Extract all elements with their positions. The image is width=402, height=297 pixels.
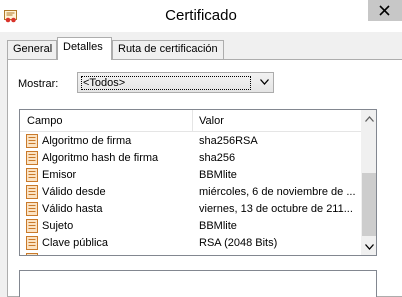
field-icon — [26, 134, 38, 148]
field-value: sha256 — [199, 152, 236, 164]
column-header-campo[interactable]: Campo — [27, 115, 62, 127]
fields-list[interactable]: Campo Valor Algoritmo de firma sha256RSA A… — [19, 109, 377, 256]
field-value: RSA (2048 Bits) — [199, 237, 278, 249]
field-icon — [26, 185, 38, 199]
scroll-up-button[interactable] — [361, 110, 376, 127]
filter-select[interactable]: <Todos> — [77, 72, 274, 93]
chevron-down-icon — [365, 244, 374, 250]
close-icon — [379, 5, 390, 16]
field-detail-box[interactable] — [19, 270, 377, 297]
list-item[interactable]: Sujeto BBMlite — [20, 218, 361, 235]
column-header-valor[interactable]: Valor — [199, 115, 224, 127]
list-item[interactable]: Válido hasta viernes, 13 de octubre de 21… — [20, 201, 361, 218]
field-icon — [26, 253, 38, 255]
field-name: Algoritmo de firma — [42, 135, 132, 147]
field-name: Clave pública — [42, 237, 109, 249]
window-title: Certificado — [165, 7, 237, 24]
tab-ruta-certificacion[interactable]: Ruta de certificación — [112, 40, 224, 59]
field-name: Algoritmo hash de firma — [42, 152, 159, 164]
list-header: Campo Valor — [20, 110, 361, 132]
chevron-down-icon — [260, 79, 269, 85]
field-name: Emisor — [42, 169, 77, 181]
field-icon — [26, 168, 38, 182]
field-value: miércoles, 6 de noviembre de ... — [199, 186, 356, 198]
tab-general[interactable]: General — [7, 40, 57, 59]
scroll-down-button[interactable] — [361, 238, 376, 255]
field-value: viernes, 13 de octubre de 211... — [199, 203, 353, 215]
chevron-up-icon — [365, 116, 374, 122]
list-item[interactable]: Identificador de clave del tit... fc bf 8… — [20, 252, 361, 255]
field-name: Válido hasta — [42, 203, 103, 215]
field-name: Sujeto — [42, 220, 74, 232]
close-button[interactable] — [368, 0, 402, 21]
list-item[interactable]: Clave pública RSA (2048 Bits) — [20, 235, 361, 252]
field-icon — [26, 219, 38, 233]
field-value: BBMlite — [199, 220, 237, 232]
field-name: Válido desde — [42, 186, 106, 198]
list-item[interactable]: Algoritmo de firma sha256RSA — [20, 133, 361, 150]
list-item[interactable]: Emisor BBMlite — [20, 167, 361, 184]
field-icon — [26, 151, 38, 165]
field-value: fc bf 86 f3 43 25 9f 7d 39 38 9... — [199, 254, 359, 255]
field-name: Identificador de clave del tit... — [42, 254, 190, 255]
column-divider[interactable] — [192, 110, 193, 132]
field-value: sha256RSA — [199, 135, 258, 147]
filter-label: Mostrar: — [18, 78, 59, 90]
list-item[interactable]: Algoritmo hash de firma sha256 — [20, 150, 361, 167]
scroll-thumb[interactable] — [362, 173, 376, 236]
dialog-body: General Detalles Ruta de certificación M… — [0, 32, 402, 297]
filter-selected-value: <Todos> — [81, 76, 251, 90]
tab-detalles[interactable]: Detalles — [57, 37, 112, 60]
field-icon — [26, 202, 38, 216]
field-icon — [26, 236, 38, 250]
title-bar: Certificado — [0, 0, 402, 32]
list-item[interactable]: Válido desde miércoles, 6 de noviembre de… — [20, 184, 361, 201]
details-panel: Mostrar: <Todos> Campo Valor Algoritmo d… — [7, 59, 402, 297]
field-value: BBMlite — [199, 169, 237, 181]
vertical-scrollbar[interactable] — [361, 110, 376, 255]
